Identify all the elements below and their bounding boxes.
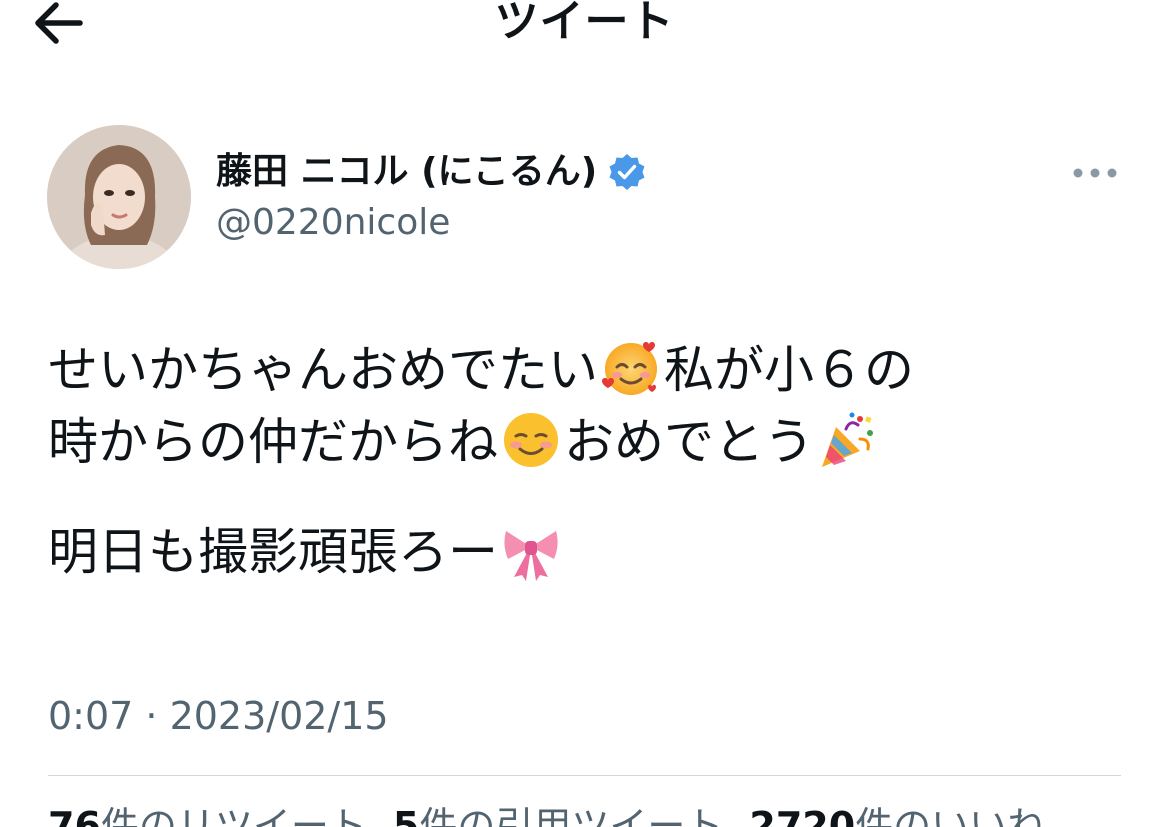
tweet-text-segment: 明日も撮影頑張ろー	[48, 523, 498, 581]
tweet-text-segment: おめでとう	[564, 413, 814, 471]
quotes-stat[interactable]: 5件の引用ツイート	[393, 804, 723, 827]
retweets-stat[interactable]: 76件のリツイート	[48, 804, 367, 827]
retweets-count: 76	[48, 804, 101, 827]
more-horizontal-icon	[1073, 168, 1117, 178]
author-name-row: 藤田 ニコル (にこるん)	[216, 148, 647, 196]
verified-badge-icon	[609, 154, 645, 190]
quotes-label: 件の引用ツイート	[419, 804, 724, 827]
quotes-count: 5	[392, 804, 420, 827]
ribbon-emoji	[504, 531, 558, 581]
page-title: ツイート	[494, 0, 675, 47]
smiling-face-with-hearts-emoji	[602, 342, 657, 395]
tweet-line-2: 時からの仲だからね おめでとう	[48, 406, 1128, 478]
tweet-stats: 76件のリツイート 5件の引用ツイート 2720件のいいね	[48, 800, 1045, 827]
tweet-timestamp[interactable]: 0:07 · 2023/02/15	[48, 690, 389, 742]
avatar[interactable]	[47, 125, 191, 269]
tweet-line-1: せいかちゃんおめでたい 私が小６の	[48, 334, 1128, 406]
likes-label: 件のいいね	[855, 804, 1046, 827]
author-name[interactable]: 藤田 ニコル (にこるん)	[216, 148, 597, 196]
tweet-text-segment: せいかちゃんおめでたい	[48, 341, 598, 399]
tweet-detail-page: ツイート 藤田 ニコル (にこるん) @0220nicole せいかちゃんおめで…	[0, 0, 1169, 827]
avatar-image	[47, 125, 191, 269]
likes-count: 2720	[749, 804, 856, 827]
party-popper-emoji	[822, 412, 873, 467]
retweets-label: 件のリツイート	[100, 804, 367, 827]
likes-stat[interactable]: 2720件のいいね	[749, 804, 1045, 827]
divider	[48, 775, 1121, 776]
tweet-text: せいかちゃんおめでたい 私が小６の 時からの仲だからね おめでとう 明日も撮影頑…	[48, 334, 1128, 588]
more-options-button[interactable]	[1066, 156, 1124, 190]
tweet-text-segment: 私が小６の	[664, 341, 914, 399]
tweet-line-3: 明日も撮影頑張ろー	[48, 516, 1128, 588]
tweet-text-segment: 時からの仲だからね	[48, 413, 498, 471]
smiling-face-emoji	[504, 413, 558, 467]
author-handle[interactable]: @0220nicole	[216, 199, 450, 247]
